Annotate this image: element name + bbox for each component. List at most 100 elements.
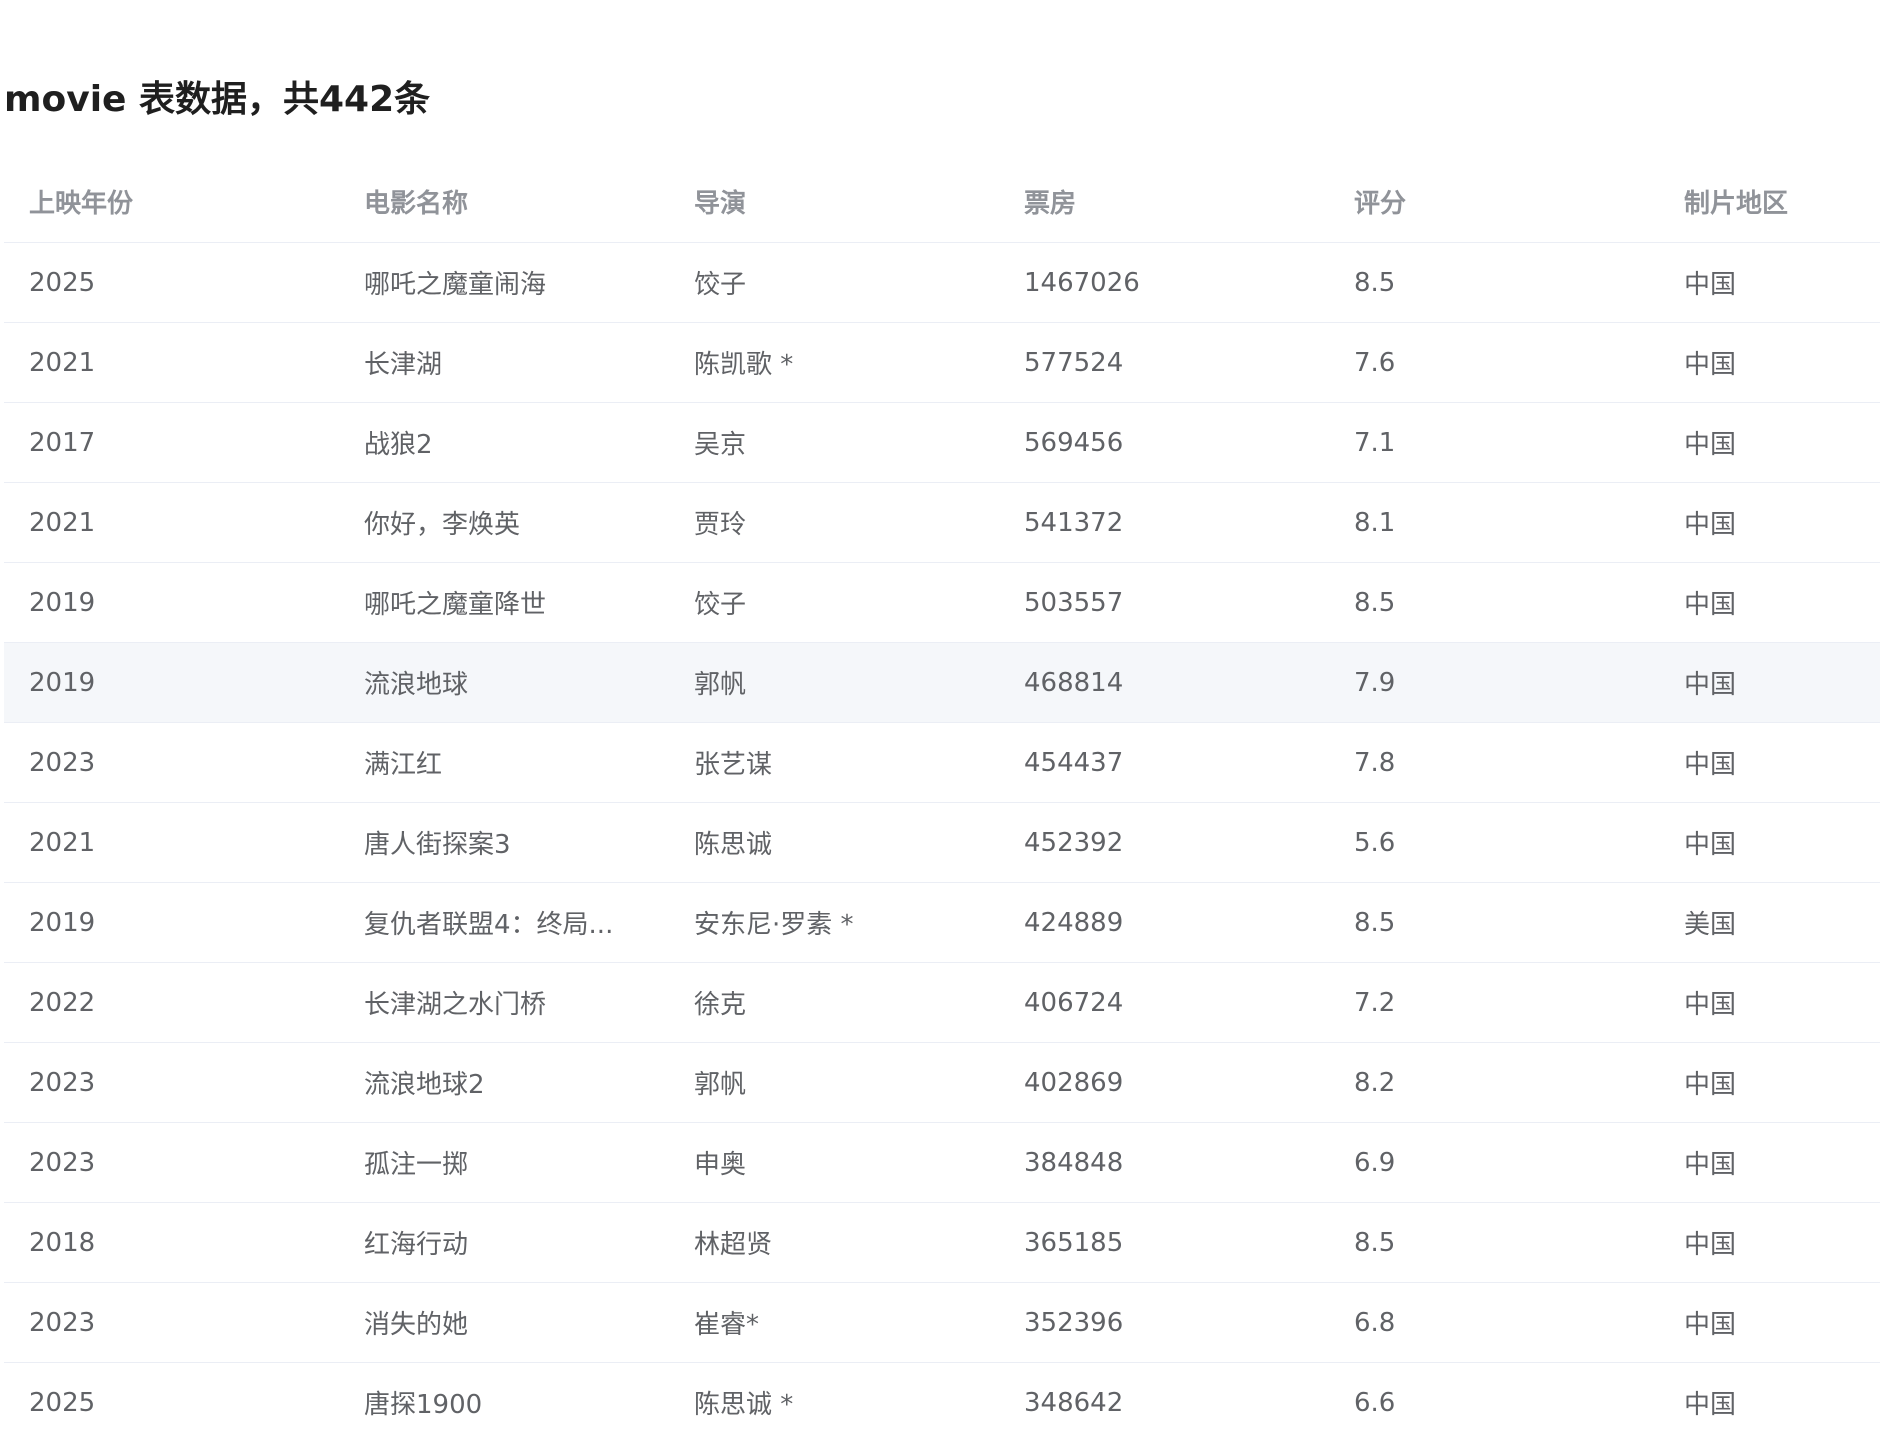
cell-year: 2018 (4, 1202, 339, 1283)
cell-region: 中国 (1659, 482, 1880, 563)
cell-director: 贾玲 (669, 482, 999, 563)
cell-director: 申奥 (669, 1122, 999, 1203)
cell-region: 中国 (1659, 1122, 1880, 1203)
cell-box-office: 424889 (999, 882, 1329, 963)
cell-year: 2019 (4, 562, 339, 643)
table-row[interactable]: 2017 战狼2 吴京 569456 7.1 中国 (4, 402, 1880, 483)
table-row[interactable]: 2023 孤注一掷 申奥 384848 6.9 中国 (4, 1122, 1880, 1203)
cell-region: 中国 (1659, 322, 1880, 403)
cell-score: 5.6 (1329, 802, 1659, 883)
header-row: 上映年份 电影名称 导演 票房 评分 制片地区 (4, 160, 1880, 243)
cell-score: 8.1 (1329, 482, 1659, 563)
cell-director: 崔睿* (669, 1282, 999, 1363)
table-row[interactable]: 2025 哪吒之魔童闹海 饺子 1467026 8.5 中国 (4, 242, 1880, 323)
cell-score: 8.5 (1329, 1202, 1659, 1283)
cell-box-office: 352396 (999, 1282, 1329, 1363)
table-row[interactable]: 2021 长津湖 陈凯歌 * 577524 7.6 中国 (4, 322, 1880, 403)
cell-year: 2023 (4, 1282, 339, 1363)
cell-title: 哪吒之魔童降世 (339, 562, 669, 643)
cell-region: 中国 (1659, 1042, 1880, 1123)
cell-region: 中国 (1659, 1362, 1880, 1440)
cell-box-office: 384848 (999, 1122, 1329, 1203)
cell-title: 流浪地球2 (339, 1042, 669, 1123)
table-row[interactable]: 2019 复仇者联盟4：终局... 安东尼·罗素 * 424889 8.5 美国 (4, 882, 1880, 963)
cell-director: 饺子 (669, 562, 999, 643)
cell-box-office: 569456 (999, 402, 1329, 483)
table-row[interactable]: 2025 唐探1900 陈思诚 * 348642 6.6 中国 (4, 1362, 1880, 1440)
table-row[interactable]: 2023 消失的她 崔睿* 352396 6.8 中国 (4, 1282, 1880, 1363)
cell-director: 陈思诚 (669, 802, 999, 883)
cell-year: 2021 (4, 482, 339, 563)
cell-year: 2022 (4, 962, 339, 1043)
cell-year: 2021 (4, 322, 339, 403)
cell-region: 美国 (1659, 882, 1880, 963)
cell-title: 消失的她 (339, 1282, 669, 1363)
cell-score: 8.5 (1329, 882, 1659, 963)
cell-year: 2023 (4, 1122, 339, 1203)
cell-box-office: 402869 (999, 1042, 1329, 1123)
cell-box-office: 503557 (999, 562, 1329, 643)
page: movie 表数据，共442条 上映年份 电影名称 导演 票房 评分 制片地区 … (0, 0, 1880, 1440)
cell-region: 中国 (1659, 722, 1880, 803)
cell-box-office: 348642 (999, 1362, 1329, 1440)
cell-score: 8.2 (1329, 1042, 1659, 1123)
cell-title: 哪吒之魔童闹海 (339, 242, 669, 323)
cell-title: 红海行动 (339, 1202, 669, 1283)
cell-score: 8.5 (1329, 242, 1659, 323)
cell-title: 流浪地球 (339, 642, 669, 723)
cell-director: 饺子 (669, 242, 999, 323)
table-row[interactable]: 2018 红海行动 林超贤 365185 8.5 中国 (4, 1202, 1880, 1283)
cell-score: 8.5 (1329, 562, 1659, 643)
cell-director: 安东尼·罗素 * (669, 882, 999, 963)
table-row[interactable]: 2019 哪吒之魔童降世 饺子 503557 8.5 中国 (4, 562, 1880, 643)
table-row[interactable]: 2019 流浪地球 郭帆 468814 7.9 中国 (4, 642, 1880, 723)
cell-director: 陈凯歌 * (669, 322, 999, 403)
cell-score: 7.8 (1329, 722, 1659, 803)
cell-title: 满江红 (339, 722, 669, 803)
cell-region: 中国 (1659, 1282, 1880, 1363)
table-row[interactable]: 2023 满江红 张艺谋 454437 7.8 中国 (4, 722, 1880, 803)
cell-director: 林超贤 (669, 1202, 999, 1283)
cell-director: 张艺谋 (669, 722, 999, 803)
cell-year: 2025 (4, 242, 339, 323)
cell-box-office: 577524 (999, 322, 1329, 403)
table-row[interactable]: 2021 你好，李焕英 贾玲 541372 8.1 中国 (4, 482, 1880, 563)
cell-year: 2021 (4, 802, 339, 883)
movie-table: 上映年份 电影名称 导演 票房 评分 制片地区 2025 哪吒之魔童闹海 饺子 146… (4, 160, 1880, 1440)
cell-director: 陈思诚 * (669, 1362, 999, 1440)
cell-title: 孤注一掷 (339, 1122, 669, 1203)
cell-score: 7.2 (1329, 962, 1659, 1043)
cell-score: 6.6 (1329, 1362, 1659, 1440)
table-row[interactable]: 2023 流浪地球2 郭帆 402869 8.2 中国 (4, 1042, 1880, 1123)
table-row[interactable]: 2022 长津湖之水门桥 徐克 406724 7.2 中国 (4, 962, 1880, 1043)
column-header-year[interactable]: 上映年份 (4, 160, 339, 243)
column-header-director[interactable]: 导演 (669, 160, 999, 243)
cell-score: 7.9 (1329, 642, 1659, 723)
cell-box-office: 365185 (999, 1202, 1329, 1283)
column-header-title[interactable]: 电影名称 (339, 160, 669, 243)
cell-box-office: 406724 (999, 962, 1329, 1043)
cell-title: 复仇者联盟4：终局... (339, 882, 669, 963)
table-row[interactable]: 2021 唐人街探案3 陈思诚 452392 5.6 中国 (4, 802, 1880, 883)
cell-title: 唐人街探案3 (339, 802, 669, 883)
cell-score: 7.6 (1329, 322, 1659, 403)
cell-title: 唐探1900 (339, 1362, 669, 1440)
cell-box-office: 1467026 (999, 242, 1329, 323)
cell-region: 中国 (1659, 402, 1880, 483)
cell-region: 中国 (1659, 242, 1880, 323)
column-header-region[interactable]: 制片地区 (1659, 160, 1880, 243)
cell-region: 中国 (1659, 1202, 1880, 1283)
cell-year: 2025 (4, 1362, 339, 1440)
cell-year: 2023 (4, 1042, 339, 1123)
cell-year: 2019 (4, 882, 339, 963)
cell-region: 中国 (1659, 642, 1880, 723)
cell-region: 中国 (1659, 562, 1880, 643)
cell-box-office: 454437 (999, 722, 1329, 803)
table-header: 上映年份 电影名称 导演 票房 评分 制片地区 (4, 160, 1880, 243)
cell-title: 你好，李焕英 (339, 482, 669, 563)
column-header-box-office[interactable]: 票房 (999, 160, 1329, 243)
cell-title: 长津湖 (339, 322, 669, 403)
cell-box-office: 541372 (999, 482, 1329, 563)
cell-director: 徐克 (669, 962, 999, 1043)
column-header-score[interactable]: 评分 (1329, 160, 1659, 243)
